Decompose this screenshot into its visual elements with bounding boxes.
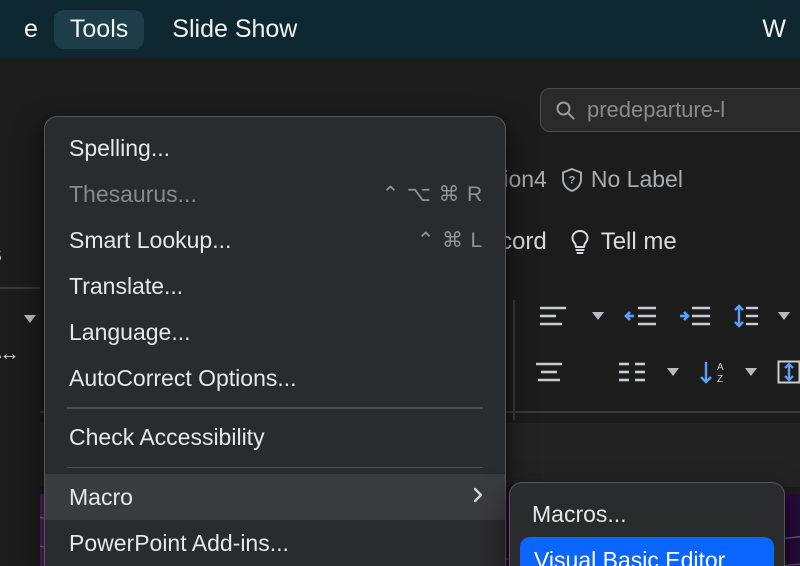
- columns-button[interactable]: [617, 361, 647, 383]
- ribbon-tab-fragment[interactable]: s: [0, 226, 40, 279]
- align-center-button[interactable]: [533, 350, 565, 394]
- ribbon-group-divider: [513, 300, 515, 420]
- tell-me-button[interactable]: Tell me: [569, 228, 677, 256]
- menu-item-label: Translate...: [69, 273, 483, 300]
- lightbulb-icon: [569, 229, 591, 255]
- search-input[interactable]: predeparture-l: [540, 88, 800, 132]
- menu-item-label: Macro: [69, 484, 465, 511]
- menu-item-label: Thesaurus...: [69, 181, 382, 208]
- title-area: ntation4 ? No Label: [465, 166, 800, 193]
- chevron-down-icon[interactable]: [745, 368, 757, 376]
- vertical-align-button[interactable]: [777, 360, 800, 384]
- chevron-right-icon: [473, 487, 483, 508]
- tell-me-label: Tell me: [601, 228, 677, 256]
- menu-item-check-accessibility[interactable]: Check Accessibility: [45, 415, 505, 461]
- svg-text:Z: Z: [717, 374, 723, 384]
- menu-item-smart-lookup[interactable]: Smart Lookup...⌃ ⌘ L: [45, 217, 505, 263]
- menu-item-label: AutoCorrect Options...: [69, 365, 483, 392]
- line-spacing-button[interactable]: [732, 303, 758, 329]
- menu-separator: [67, 467, 483, 469]
- menu-item-thesaurus: Thesaurus...⌃ ⌥ ⌘ R: [45, 171, 505, 217]
- search-icon: [555, 100, 575, 120]
- app-chrome: predeparture-l ntation4 ? No Label cord …: [0, 58, 800, 566]
- no-label-text: No Label: [591, 166, 683, 193]
- menubar-item-truncated-left[interactable]: e: [8, 10, 54, 49]
- menu-item-autocorrect-options[interactable]: AutoCorrect Options...: [45, 355, 505, 401]
- no-label-button[interactable]: ? No Label: [561, 166, 683, 193]
- increase-indent-button[interactable]: [678, 305, 712, 327]
- menu-item-shortcut: ⌃ ⌘ L: [417, 228, 483, 253]
- menu-item-label: Check Accessibility: [69, 424, 483, 451]
- shield-icon: ?: [561, 168, 583, 192]
- sort-button[interactable]: AZ: [699, 360, 725, 384]
- left-panel-fragment: s A↔: [0, 112, 40, 566]
- menubar: e Tools Slide Show W: [0, 0, 800, 58]
- menu-item-label: Spelling...: [69, 135, 483, 162]
- menubar-item-tools[interactable]: Tools: [54, 10, 144, 49]
- menu-item-shortcut: ⌃ ⌥ ⌘ R: [382, 182, 483, 207]
- menu-item-language[interactable]: Language...: [45, 309, 505, 355]
- ribbon-divider: [0, 287, 40, 289]
- menu-item-label: PowerPoint Add-ins...: [69, 530, 483, 557]
- action-area: cord Tell me: [500, 228, 800, 256]
- menu-item-translate[interactable]: Translate...: [45, 263, 505, 309]
- menu-item-label: Macros...: [532, 501, 768, 528]
- menu-separator: [67, 407, 483, 409]
- menubar-item-truncated-right[interactable]: W: [746, 10, 792, 49]
- menu-item-powerpoint-add-ins[interactable]: PowerPoint Add-ins...: [45, 520, 505, 566]
- menu-item-spelling[interactable]: Spelling...: [45, 125, 505, 171]
- macro-submenu: Macros... Visual Basic Editor: [509, 482, 785, 566]
- svg-text:A: A: [717, 362, 724, 373]
- menu-item-macro[interactable]: Macro: [45, 474, 505, 520]
- menu-item-label: Smart Lookup...: [69, 227, 417, 254]
- chevron-down-icon[interactable]: [24, 315, 36, 323]
- menu-item-macros[interactable]: Macros...: [510, 491, 784, 537]
- chevron-down-icon[interactable]: [778, 312, 790, 320]
- align-left-button[interactable]: [533, 294, 572, 338]
- character-spacing-fragment[interactable]: A↔: [0, 327, 40, 364]
- menu-item-visual-basic-editor[interactable]: Visual Basic Editor: [520, 537, 774, 566]
- tools-menu: Spelling...Thesaurus...⌃ ⌥ ⌘ RSmart Look…: [44, 116, 506, 566]
- menu-item-label: Language...: [69, 319, 483, 346]
- chevron-down-icon[interactable]: [667, 368, 679, 376]
- svg-text:?: ?: [568, 174, 575, 186]
- menu-item-label: Visual Basic Editor: [534, 547, 762, 566]
- search-placeholder: predeparture-l: [587, 97, 725, 123]
- chevron-down-icon[interactable]: [592, 312, 604, 320]
- decrease-indent-button[interactable]: [624, 305, 658, 327]
- record-button-fragment[interactable]: cord: [500, 228, 547, 256]
- ribbon-area: AZ: [505, 288, 790, 400]
- menubar-item-slideshow[interactable]: Slide Show: [156, 10, 313, 49]
